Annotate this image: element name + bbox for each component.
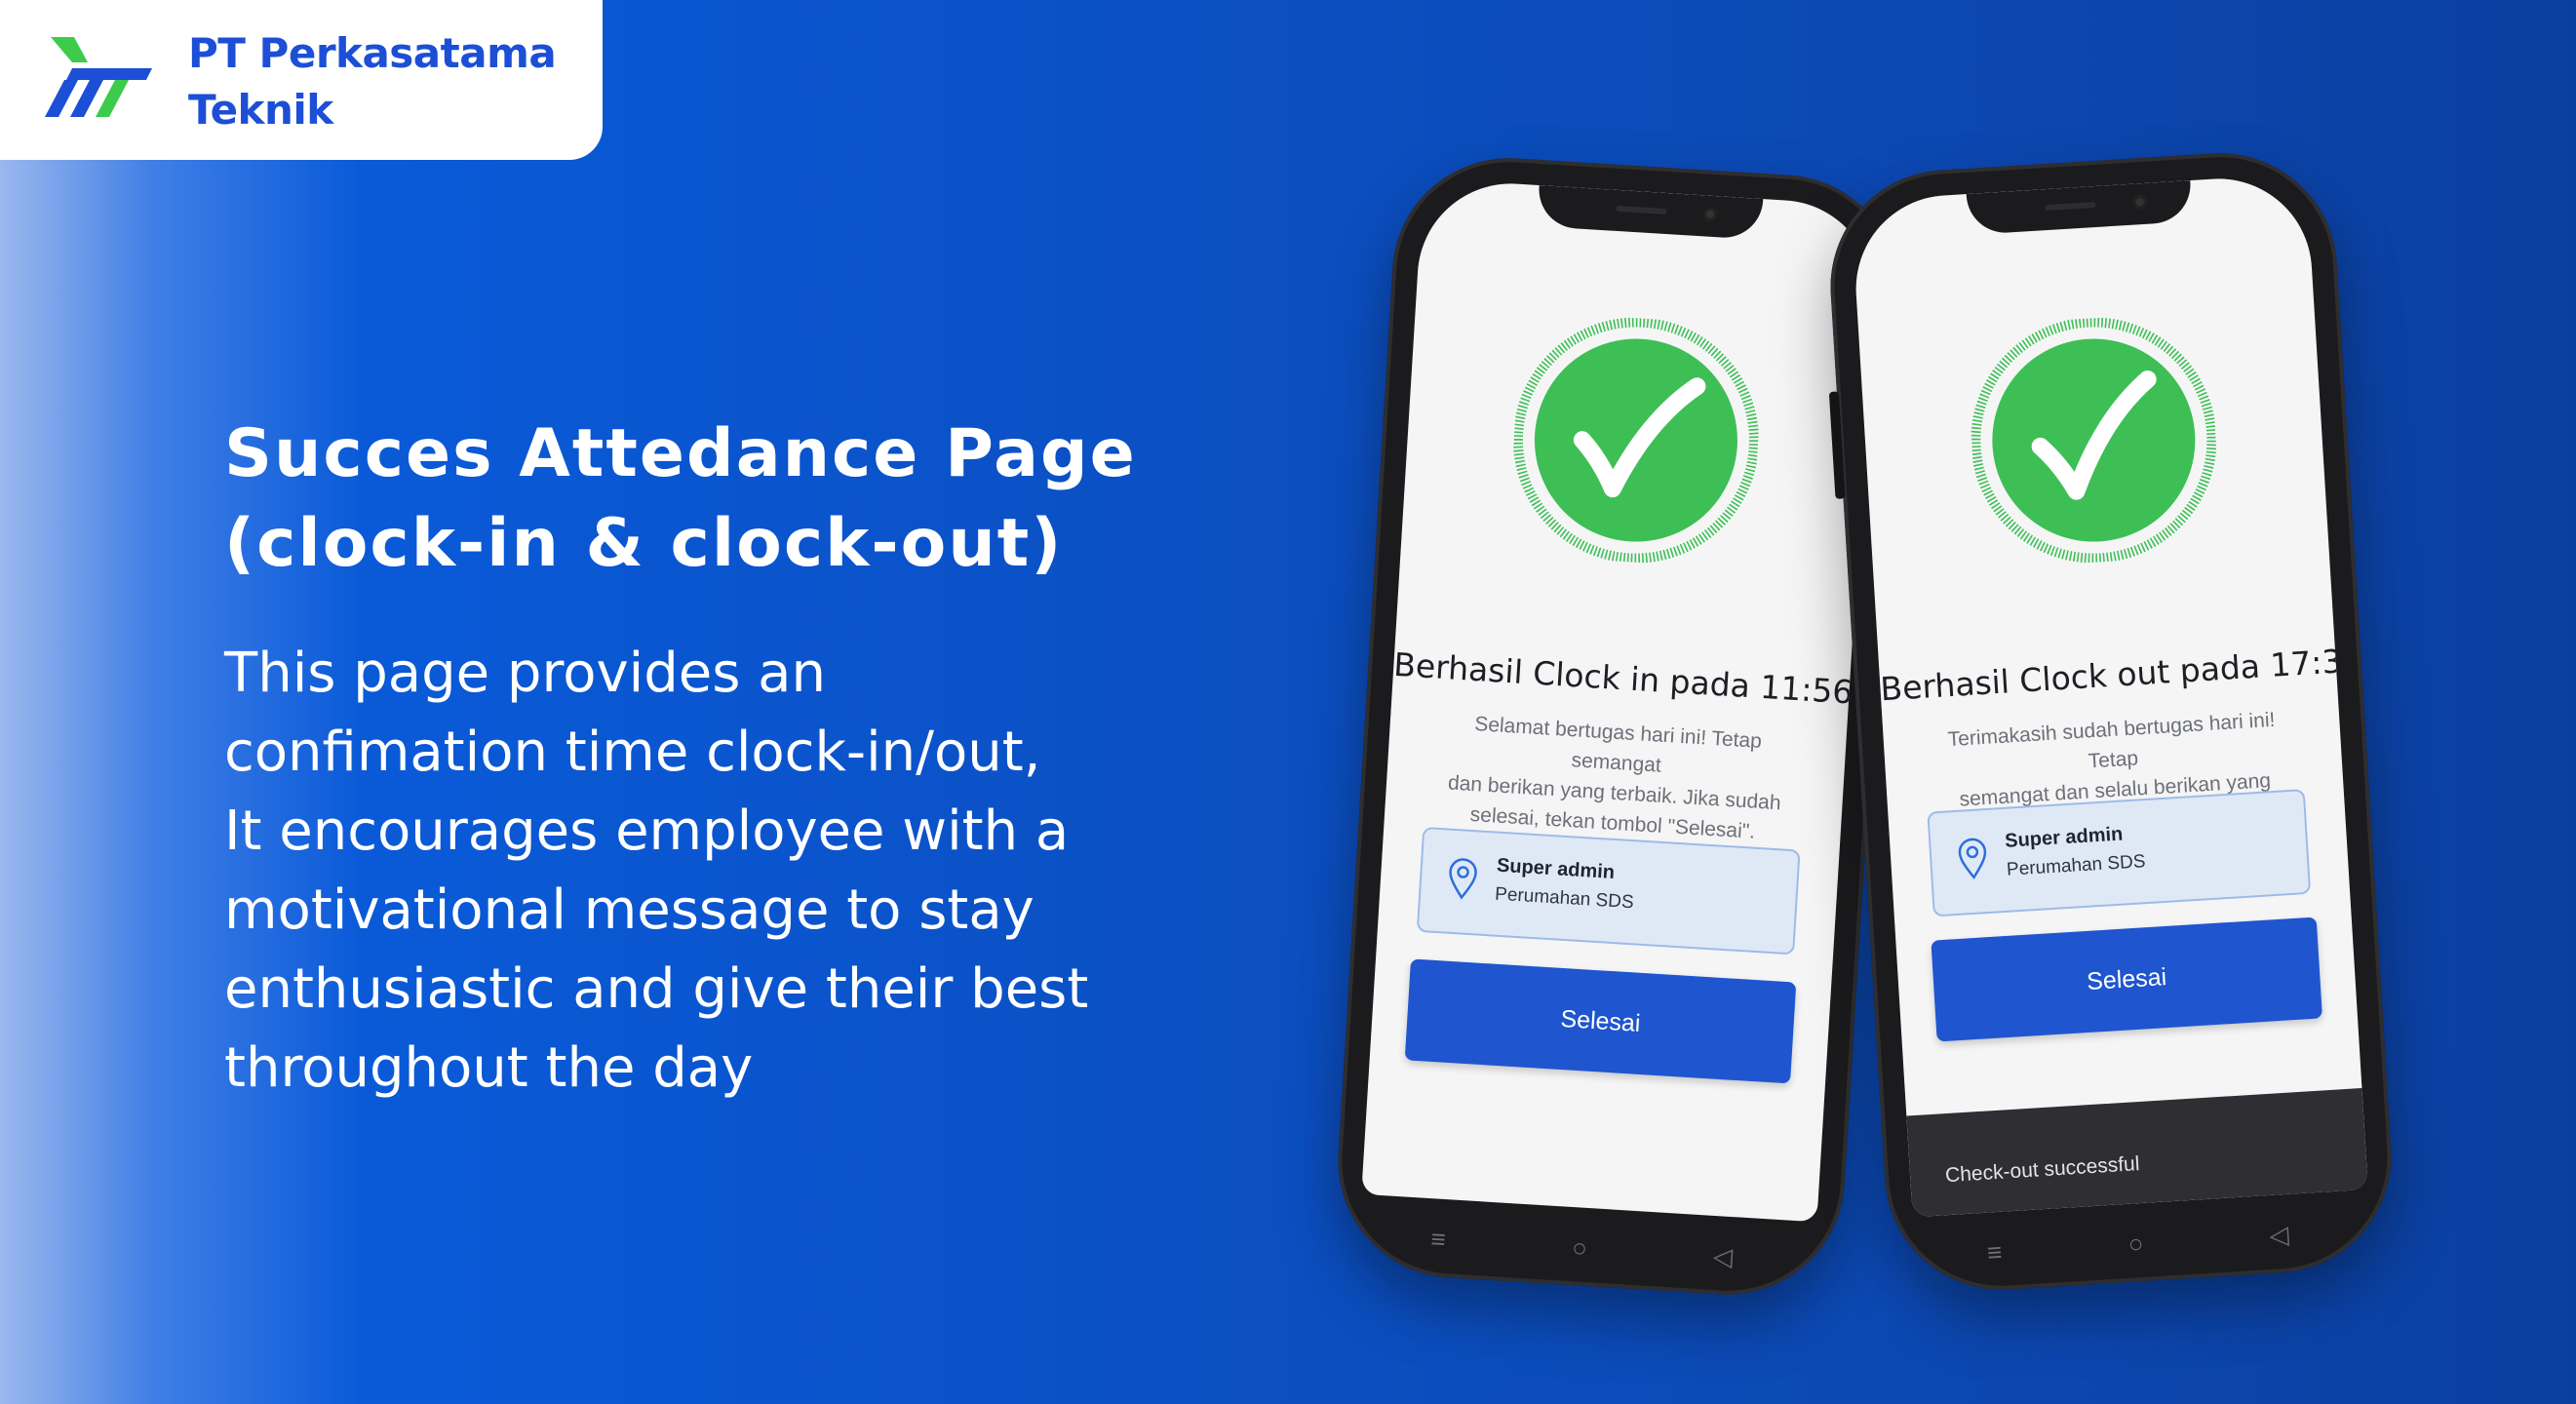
success-message: Selamat bertugas hari ini! Tetap semanga… — [1423, 706, 1808, 849]
page-description: This page provides an confimation time c… — [224, 634, 1248, 1108]
company-name: PT Perkasatama Teknik — [188, 25, 598, 138]
logo-card: PT Perkasatama Teknik — [0, 0, 603, 160]
menu-icon[interactable]: ≡ — [1430, 1224, 1447, 1254]
back-icon[interactable]: ◁ — [2269, 1220, 2290, 1250]
description-line: confimation time clock-in/out, — [224, 721, 1041, 784]
location-name: Super admin — [2004, 823, 2124, 852]
phone-notch — [1537, 185, 1764, 240]
success-title: Berhasil Clock out pada 17:39 — [1879, 641, 2364, 709]
location-card: Super admin Perumahan SDS — [1927, 789, 2312, 917]
description-line: It encourages employee with a — [224, 800, 1070, 863]
selesai-button[interactable]: Selesai — [1931, 916, 2322, 1042]
selesai-button[interactable]: Selesai — [1404, 958, 1797, 1084]
android-nav-bar: ≡ ○ ◁ — [1332, 1208, 1841, 1288]
snackbar-message: Check-out successful — [1944, 1152, 2141, 1188]
heading-line2: (clock-in & clock-out) — [224, 505, 1064, 582]
phone-screen: Berhasil Clock out pada 17:39 Terimakasi… — [1850, 173, 2368, 1218]
home-icon[interactable]: ○ — [2127, 1228, 2145, 1259]
location-address: Perumahan SDS — [1494, 883, 1635, 914]
phone-clock-out: Berhasil Clock out pada 17:39 Terimakasi… — [1823, 146, 2399, 1297]
snackbar: Check-out successful — [1906, 1087, 2368, 1218]
android-nav-bar: ≡ ○ ◁ — [1889, 1203, 2398, 1283]
home-icon[interactable]: ○ — [1571, 1232, 1588, 1263]
description-line: throughout the day — [224, 1036, 754, 1100]
phone-screen: Berhasil Clock in pada 11:56 Selamat ber… — [1361, 177, 1880, 1223]
heading-line1: Succes Attedance Page — [224, 415, 1137, 492]
company-logo-icon — [45, 37, 152, 117]
phone-notch — [1966, 180, 2193, 235]
description-line: motivational message to stay — [224, 878, 1034, 942]
location-address: Perumahan SDS — [2006, 851, 2147, 880]
success-check-icon — [1971, 317, 2217, 564]
description-line: This page provides an — [224, 642, 826, 705]
success-title: Berhasil Clock in pada 11:56 — [1392, 644, 1854, 712]
page-heading: Succes Attedance Page (clock-in & clock-… — [224, 410, 1248, 589]
company-name-line2: Teknik — [188, 86, 333, 134]
company-name-line1: PT Perkasatama — [188, 29, 557, 77]
location-pin-icon — [1958, 838, 1987, 880]
location-pin-icon — [1449, 858, 1477, 900]
phone-clock-in: Berhasil Clock in pada 11:56 Selamat ber… — [1331, 151, 1906, 1302]
description-line: enthusiastic and give their best — [224, 957, 1089, 1021]
back-icon[interactable]: ◁ — [1712, 1241, 1734, 1271]
location-card: Super admin Perumahan SDS — [1416, 826, 1801, 956]
menu-icon[interactable]: ≡ — [1986, 1237, 2003, 1268]
location-name: Super admin — [1496, 854, 1616, 884]
success-check-icon — [1512, 317, 1759, 564]
